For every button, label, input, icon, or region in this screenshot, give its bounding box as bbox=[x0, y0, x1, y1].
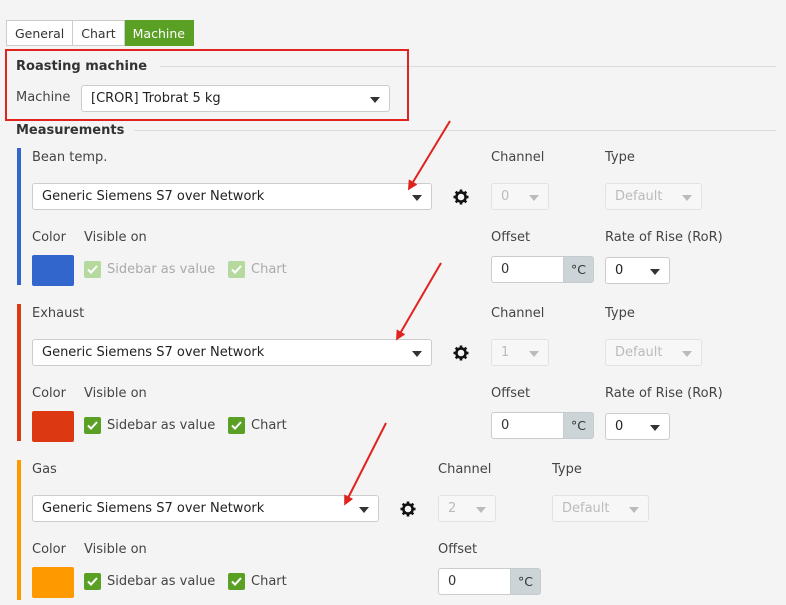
ror-label: Rate of Rise (RoR) bbox=[605, 386, 723, 401]
channel-label: Channel bbox=[438, 462, 492, 477]
device-select-value: Generic Siemens S7 over Network bbox=[42, 501, 265, 516]
color-label: Color bbox=[32, 386, 66, 401]
color-swatch[interactable] bbox=[32, 411, 74, 442]
type-value: Default bbox=[615, 189, 663, 204]
color-label: Color bbox=[32, 230, 66, 245]
chart-checkbox[interactable]: Chart bbox=[228, 573, 287, 590]
tab-bar: General Chart Machine bbox=[6, 20, 194, 46]
offset-input[interactable]: 0 bbox=[491, 412, 563, 439]
ror-select[interactable]: 0 bbox=[605, 413, 670, 440]
offset-label: Offset bbox=[491, 230, 531, 245]
annotation-arrow bbox=[395, 262, 442, 341]
chevron-down-icon bbox=[682, 351, 692, 357]
chevron-down-icon bbox=[529, 351, 539, 357]
visible-on-label: Visible on bbox=[84, 542, 147, 557]
chevron-down-icon bbox=[359, 507, 369, 513]
color-label: Color bbox=[32, 542, 66, 557]
chevron-down-icon bbox=[650, 425, 660, 431]
ror-value: 0 bbox=[615, 419, 624, 434]
check-icon bbox=[228, 261, 245, 278]
check-icon bbox=[84, 573, 101, 590]
chart-checkbox[interactable]: Chart bbox=[228, 417, 287, 434]
annotation-highlight-box bbox=[5, 49, 409, 121]
sidebar-checkbox[interactable]: Sidebar as value bbox=[84, 417, 215, 434]
tab-chart[interactable]: Chart bbox=[73, 20, 125, 46]
device-select[interactable]: Generic Siemens S7 over Network bbox=[32, 339, 432, 366]
measurements-heading: Measurements bbox=[16, 123, 125, 138]
check-icon bbox=[228, 573, 245, 590]
measurement-name: Bean temp. bbox=[32, 150, 108, 165]
gear-icon[interactable] bbox=[400, 501, 416, 517]
type-select[interactable]: Default bbox=[605, 183, 702, 210]
type-value: Default bbox=[562, 501, 610, 516]
offset-unit: °C bbox=[563, 412, 594, 439]
chevron-down-icon bbox=[529, 195, 539, 201]
offset-field: 0 °C bbox=[438, 568, 541, 595]
ror-label: Rate of Rise (RoR) bbox=[605, 230, 723, 245]
measurement-name: Gas bbox=[32, 462, 57, 477]
series-color-bar bbox=[17, 304, 21, 441]
offset-field: 0 °C bbox=[491, 412, 594, 439]
check-icon bbox=[228, 417, 245, 434]
chevron-down-icon bbox=[412, 195, 422, 201]
tab-general[interactable]: General bbox=[6, 20, 74, 46]
offset-label: Offset bbox=[438, 542, 478, 557]
device-select[interactable]: Generic Siemens S7 over Network bbox=[32, 183, 432, 210]
channel-label: Channel bbox=[491, 306, 545, 321]
chevron-down-icon bbox=[476, 507, 486, 513]
offset-input[interactable]: 0 bbox=[491, 256, 563, 283]
ror-select[interactable]: 0 bbox=[605, 257, 670, 284]
chart-checkbox-label: Chart bbox=[251, 418, 287, 433]
type-label: Type bbox=[605, 150, 635, 165]
channel-select[interactable]: 2 bbox=[438, 495, 496, 522]
check-icon bbox=[84, 417, 101, 434]
channel-select[interactable]: 1 bbox=[491, 339, 549, 366]
sidebar-checkbox-label: Sidebar as value bbox=[107, 574, 216, 589]
type-select[interactable]: Default bbox=[552, 495, 649, 522]
device-select-value: Generic Siemens S7 over Network bbox=[42, 345, 265, 360]
series-color-bar bbox=[17, 148, 21, 285]
gear-icon[interactable] bbox=[453, 189, 469, 205]
color-swatch[interactable] bbox=[32, 567, 74, 598]
type-value: Default bbox=[615, 345, 663, 360]
chevron-down-icon bbox=[650, 269, 660, 275]
offset-field: 0 °C bbox=[491, 256, 594, 283]
check-icon bbox=[84, 261, 101, 278]
channel-label: Channel bbox=[491, 150, 545, 165]
channel-value: 1 bbox=[501, 345, 510, 360]
offset-unit: °C bbox=[563, 256, 594, 283]
offset-unit: °C bbox=[510, 568, 541, 595]
tab-machine[interactable]: Machine bbox=[124, 20, 194, 46]
visible-on-label: Visible on bbox=[84, 230, 147, 245]
chevron-down-icon bbox=[412, 351, 422, 357]
channel-select[interactable]: 0 bbox=[491, 183, 549, 210]
gear-icon[interactable] bbox=[453, 345, 469, 361]
visible-on-label: Visible on bbox=[84, 386, 147, 401]
divider bbox=[134, 130, 776, 131]
device-select-value: Generic Siemens S7 over Network bbox=[42, 189, 265, 204]
sidebar-checkbox-label: Sidebar as value bbox=[107, 418, 216, 433]
chevron-down-icon bbox=[629, 507, 639, 513]
chevron-down-icon bbox=[682, 195, 692, 201]
color-swatch[interactable] bbox=[32, 255, 74, 286]
chart-checkbox-label: Chart bbox=[251, 574, 287, 589]
series-color-bar bbox=[17, 460, 21, 600]
channel-value: 2 bbox=[448, 501, 457, 516]
channel-value: 0 bbox=[501, 189, 510, 204]
measurement-name: Exhaust bbox=[32, 306, 85, 321]
sidebar-checkbox-label: Sidebar as value bbox=[107, 262, 216, 277]
sidebar-checkbox[interactable]: Sidebar as value bbox=[84, 573, 215, 590]
type-select[interactable]: Default bbox=[605, 339, 702, 366]
offset-input[interactable]: 0 bbox=[438, 568, 510, 595]
sidebar-checkbox[interactable]: Sidebar as value bbox=[84, 261, 215, 278]
type-label: Type bbox=[605, 306, 635, 321]
offset-label: Offset bbox=[491, 386, 531, 401]
type-label: Type bbox=[552, 462, 582, 477]
chart-checkbox[interactable]: Chart bbox=[228, 261, 287, 278]
device-select[interactable]: Generic Siemens S7 over Network bbox=[32, 495, 379, 522]
ror-value: 0 bbox=[615, 263, 624, 278]
annotation-arrow bbox=[344, 422, 387, 506]
chart-checkbox-label: Chart bbox=[251, 262, 287, 277]
